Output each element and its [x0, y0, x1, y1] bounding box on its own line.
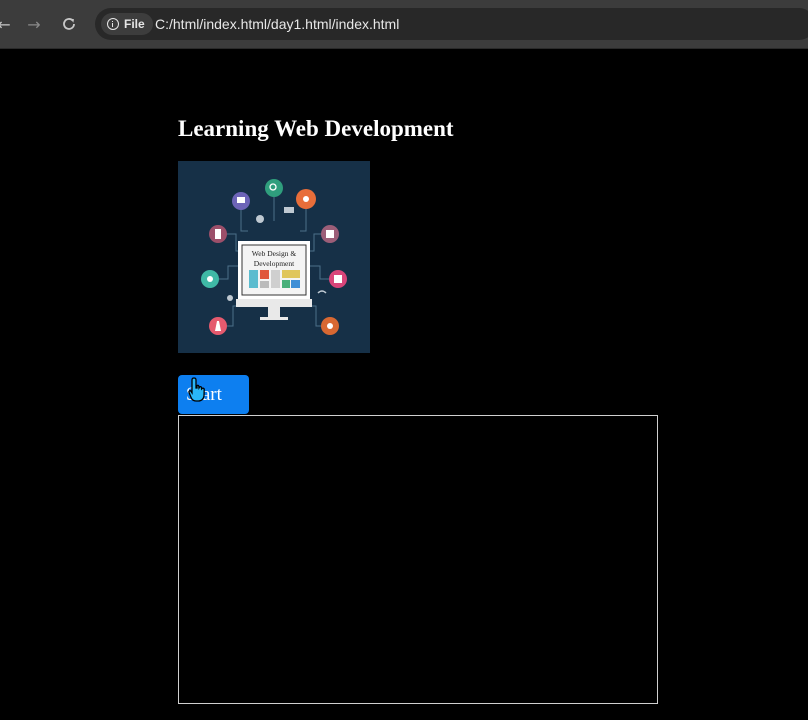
web-development-image: Web Design & Development [178, 161, 370, 353]
start-button[interactable]: Start [178, 375, 249, 414]
info-icon [107, 18, 119, 30]
svg-text:Web Design &: Web Design & [252, 249, 297, 258]
back-arrow-icon[interactable]: ← [0, 12, 16, 36]
output-display-area[interactable] [178, 415, 658, 704]
security-chip[interactable]: File [101, 13, 153, 35]
page-title: Learning Web Development [178, 116, 454, 141]
address-bar[interactable]: File C:/html/index.html/day1.html/index.… [95, 8, 808, 40]
reload-icon[interactable] [57, 12, 81, 36]
forward-arrow-icon[interactable]: → [22, 12, 46, 36]
url-text[interactable]: C:/html/index.html/day1.html/index.html [155, 16, 399, 32]
browser-toolbar: ← → File C:/html/index.html/day1.html/in… [0, 0, 808, 49]
security-chip-label: File [124, 17, 145, 31]
svg-text:Development: Development [254, 259, 295, 268]
monitor-icon: Web Design & Development [236, 241, 312, 320]
